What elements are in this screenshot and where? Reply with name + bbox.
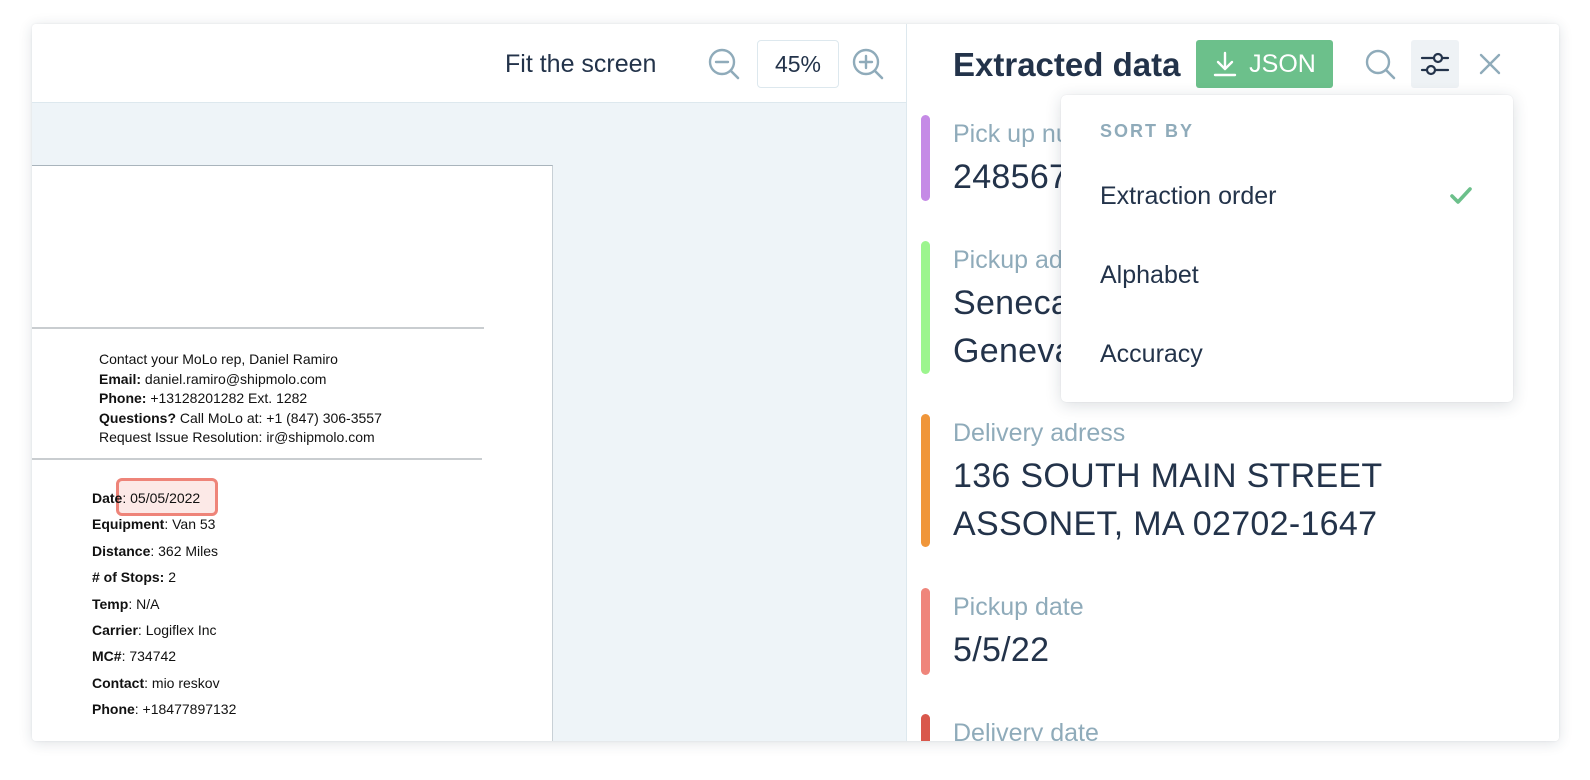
field-value: 136 SOUTH MAIN STREET ASSONET, MA 02702-1…: [953, 457, 1383, 543]
sort-option-alphabet[interactable]: Alphabet: [1061, 245, 1513, 305]
sort-filter-icon[interactable]: [1411, 40, 1459, 88]
document-page: Contact your MoLo rep, Daniel Ramiro Ema…: [32, 165, 553, 741]
email-line: Email: daniel.ramiro@shipmolo.com: [99, 370, 327, 387]
field-label: Delivery date: [953, 719, 1099, 741]
detail-row-equipment: Equipment: Van 53: [92, 516, 216, 533]
zoom-level-input[interactable]: 45%: [757, 40, 839, 88]
detail-row-carrier: Carrier: Logiflex Inc: [92, 621, 217, 638]
json-button-label: JSON: [1249, 49, 1316, 78]
close-icon[interactable]: [1466, 40, 1514, 88]
sort-option-label: Accuracy: [1100, 340, 1203, 368]
detail-row-date: Date: 05/05/2022: [92, 490, 201, 506]
sort-dropdown-menu: SORT BY Extraction order Alphabet Accura…: [1061, 95, 1513, 402]
detail-row-mc: MC#: 734742: [92, 648, 177, 665]
checkmark-icon: [1450, 187, 1472, 204]
detail-row-stops: # of Stops: 2: [92, 569, 177, 586]
field-color-bar: [921, 241, 930, 374]
field-value: Seneca Geneva: [953, 284, 1074, 370]
field-color-bar: [921, 414, 930, 547]
divider: [32, 327, 484, 329]
divider: [32, 458, 482, 460]
panel-title: Extracted data: [953, 46, 1181, 83]
field-color-bar: [921, 714, 930, 741]
field-label: Pickup date: [953, 593, 1084, 621]
sort-option-label: Extraction order: [1100, 182, 1277, 210]
shipment-details: Date: 05/05/2022 Equipment: Van 53 Dista…: [92, 490, 236, 728]
sort-option-extraction-order[interactable]: Extraction order: [1061, 166, 1513, 226]
sort-by-heading: SORT BY: [1100, 121, 1195, 141]
detail-row-phone: Phone: +18477897132: [92, 701, 237, 718]
download-json-button[interactable]: JSON: [1196, 40, 1333, 88]
sort-option-accuracy[interactable]: Accuracy: [1061, 324, 1513, 384]
document-viewer: Fit the screen 45% Contact your MoLo rep…: [32, 24, 920, 741]
viewer-toolbar: Fit the screen 45%: [32, 24, 920, 103]
contact-line: Contact your MoLo rep, Daniel Ramiro: [99, 351, 338, 367]
field-label: Delivery adress: [953, 419, 1126, 447]
fit-screen-button[interactable]: Fit the screen: [505, 50, 656, 79]
questions-line: Questions? Call MoLo at: +1 (847) 306-35…: [99, 409, 382, 426]
field-value: 248567: [953, 158, 1069, 196]
field-value: 5/5/22: [953, 631, 1050, 669]
zoom-out-icon[interactable]: [707, 47, 741, 81]
field-color-bar: [921, 115, 930, 201]
zoom-in-icon[interactable]: [851, 47, 885, 81]
field-color-bar: [921, 588, 930, 675]
contact-block: Contact your MoLo rep, Daniel Ramiro Ema…: [99, 350, 382, 448]
resolution-line: Request Issue Resolution: ir@shipmolo.co…: [99, 429, 375, 445]
detail-row-contact: Contact: mio reskov: [92, 674, 220, 691]
sort-option-label: Alphabet: [1100, 261, 1199, 289]
phone-line: Phone: +13128201282 Ext. 1282: [99, 390, 308, 406]
detail-row-distance: Distance: 362 Miles: [92, 542, 219, 559]
download-icon: [1213, 51, 1237, 77]
search-icon[interactable]: [1356, 40, 1404, 88]
detail-row-temp: Temp: N/A: [92, 595, 160, 612]
document-canvas[interactable]: Contact your MoLo rep, Daniel Ramiro Ema…: [32, 103, 920, 741]
